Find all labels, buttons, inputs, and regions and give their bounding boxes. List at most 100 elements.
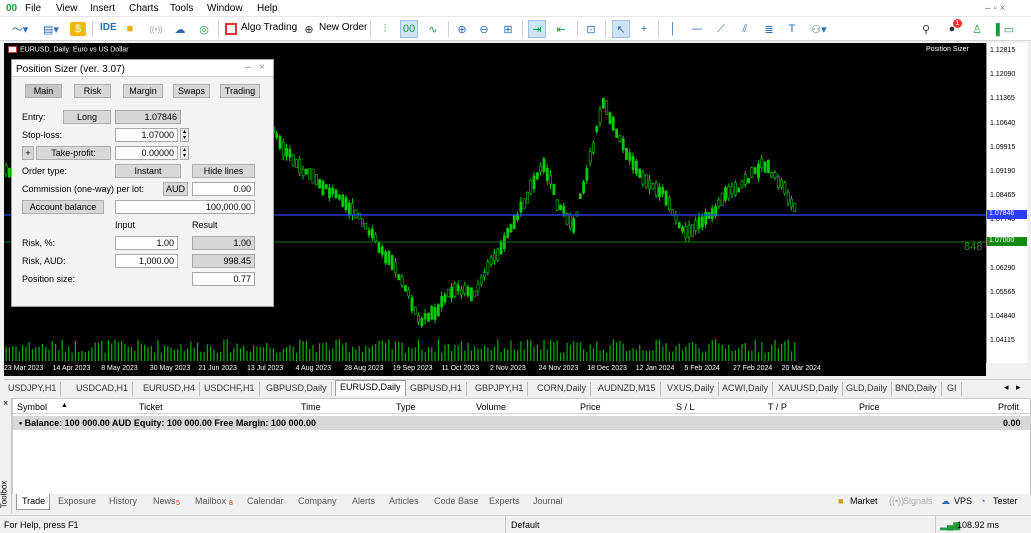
line-chart-icon[interactable]: ∿ — [424, 20, 442, 38]
col-price[interactable]: Price — [580, 402, 601, 412]
chart-tab[interactable]: GBPUSD,Daily — [262, 382, 332, 396]
templates-icon[interactable]: ▤▾ — [38, 20, 64, 38]
chart-tab[interactable]: EURUSD,Daily — [335, 380, 406, 396]
wifi-icon[interactable]: ((•)) — [148, 20, 164, 38]
chart-tab[interactable]: USDCAD,H1 — [72, 382, 134, 396]
algo-trading-button[interactable]: Algo Trading — [241, 22, 297, 33]
tester-button[interactable]: Tester — [993, 496, 1018, 506]
chart-tab[interactable]: VXUS,Daily — [663, 382, 720, 396]
market-button[interactable]: Market — [850, 496, 878, 506]
menu-charts[interactable]: Charts — [129, 3, 158, 14]
col-ticket[interactable]: Ticket — [139, 402, 163, 412]
algo-trading-icon[interactable] — [225, 23, 237, 35]
chart-type-icon[interactable]: 〜▾ — [6, 20, 34, 38]
market-icon[interactable]: $ — [70, 22, 86, 36]
chart-tab[interactable]: EURUSD,H4 — [139, 382, 201, 396]
tabs-right-arrow[interactable]: ▸ — [1016, 382, 1021, 393]
screenshot-icon[interactable]: ⊡ — [583, 20, 599, 38]
ps-tab-swaps[interactable]: Swaps — [173, 84, 210, 98]
risk-aud-input[interactable]: 1,000.00 — [115, 254, 178, 268]
chart-tab[interactable]: USDCHF,H1 — [200, 382, 260, 396]
tab-calendar[interactable]: Calendar — [247, 496, 284, 506]
tab-exposure[interactable]: Exposure — [58, 496, 96, 506]
col-time[interactable]: Time — [301, 402, 321, 412]
ide-button[interactable]: IDE — [100, 22, 117, 33]
tab-journal[interactable]: Journal — [533, 496, 563, 506]
ps-titlebar[interactable]: Position Sizer (ver. 3.07) – × — [12, 60, 273, 77]
col-type[interactable]: Type — [396, 402, 416, 412]
toolbox-close-icon[interactable]: × — [3, 398, 8, 408]
profile-name[interactable]: Default — [511, 520, 540, 530]
chart-tab[interactable]: GBPJPY,H1 — [471, 382, 529, 396]
vps-button[interactable]: VPS — [954, 496, 972, 506]
text-icon[interactable]: T — [784, 20, 800, 38]
menu-tools[interactable]: Tools — [170, 3, 193, 14]
signals-icon[interactable]: ◎ — [196, 20, 212, 38]
cloud-icon[interactable]: ☁ — [172, 20, 188, 38]
crosshair-icon[interactable]: + — [636, 20, 652, 38]
search-icon[interactable]: ⚲ — [918, 20, 934, 38]
risk-percent-input[interactable]: 1.00 — [115, 236, 178, 250]
grid-icon[interactable]: ⊞ — [500, 20, 516, 38]
bar-chart-icon[interactable]: ⫶ — [376, 20, 394, 38]
new-order-icon[interactable]: ⊕ — [302, 20, 316, 38]
account-balance-button[interactable]: Account balance — [22, 200, 104, 214]
take-profit-input[interactable]: 0.00000 — [115, 146, 178, 160]
tabs-left-arrow[interactable]: ◂ — [1004, 382, 1009, 393]
menu-view[interactable]: View — [56, 3, 78, 14]
menu-help[interactable]: Help — [257, 3, 278, 14]
fibonacci-icon[interactable]: ≣ — [760, 20, 778, 38]
horizontal-line-icon[interactable]: — — [688, 20, 706, 38]
entry-input[interactable]: 1.07846 — [115, 110, 181, 124]
tab-articles[interactable]: Articles — [389, 496, 419, 506]
candlestick-icon[interactable]: 00 — [400, 20, 418, 38]
tab-alerts[interactable]: Alerts — [352, 496, 375, 506]
chart-tab[interactable]: GI — [943, 382, 962, 396]
menu-window[interactable]: Window — [207, 3, 243, 14]
chart-tab[interactable]: XAUUSD,Daily — [774, 382, 844, 396]
chart-tab[interactable]: BND,Daily — [891, 382, 942, 396]
tab-company[interactable]: Company — [298, 496, 337, 506]
chart-tab[interactable]: GBPUSD,H1 — [406, 382, 468, 396]
col-tp[interactable]: T / P — [768, 402, 787, 412]
menu-insert[interactable]: Insert — [90, 3, 115, 14]
long-button[interactable]: Long — [63, 110, 111, 124]
trendline-icon[interactable]: ⟋ — [712, 20, 730, 38]
commission-currency-button[interactable]: AUD — [163, 182, 188, 196]
col-current-price[interactable]: Price — [859, 402, 880, 412]
take-profit-button[interactable]: Take-profit: — [36, 146, 111, 160]
tp-add-button[interactable]: + — [22, 146, 34, 160]
cursor-icon[interactable]: ↖ — [612, 20, 630, 38]
tab-history[interactable]: History — [109, 496, 137, 506]
sort-asc-icon[interactable]: ▲ — [61, 402, 68, 409]
chart-shift-icon[interactable]: ⇤ — [552, 20, 570, 38]
date-axis[interactable]: 23 Mar 2023 14 Apr 2023 8 May 2023 30 May 2… — [4, 363, 986, 376]
lock-icon[interactable]: ■ — [122, 20, 138, 38]
tab-experts[interactable]: Experts — [489, 496, 520, 506]
take-profit-spinner[interactable]: ▴ ▾ — [180, 146, 189, 160]
stop-loss-spinner[interactable]: ▴ ▾ — [180, 128, 189, 142]
channel-icon[interactable]: ⫽ — [736, 20, 754, 38]
menu-file[interactable]: File — [25, 3, 41, 14]
col-volume[interactable]: Volume — [476, 402, 506, 412]
tab-mailbox[interactable]: Mailbox — [195, 496, 226, 506]
stop-loss-input[interactable]: 1.07000 — [115, 128, 178, 142]
new-order-button[interactable]: New Order — [319, 22, 367, 33]
position-sizer-panel[interactable]: Position Sizer (ver. 3.07) – × Main Risk… — [11, 59, 274, 307]
col-profit[interactable]: Profit — [998, 402, 1019, 412]
tab-news[interactable]: News — [153, 496, 176, 506]
tab-trade[interactable]: Trade — [22, 496, 45, 506]
ps-minimize-button[interactable]: – — [245, 62, 251, 73]
position-size-output[interactable]: 0.77 — [192, 272, 255, 286]
zoom-in-icon[interactable]: ⊕ — [454, 20, 470, 38]
tab-code-base[interactable]: Code Base — [434, 496, 479, 506]
chart-tab[interactable]: AUDNZD,M15 — [594, 382, 661, 396]
signals-button[interactable]: Signals — [903, 496, 933, 506]
autoscroll-icon[interactable]: ⇥ — [528, 20, 546, 38]
vertical-line-icon[interactable]: │ — [666, 20, 680, 38]
ps-tab-risk[interactable]: Risk — [74, 84, 111, 98]
commission-input[interactable]: 0.00 — [192, 182, 255, 196]
chart-tab[interactable]: CORN,Daily — [533, 382, 592, 396]
shapes-icon[interactable]: ⚇▾ — [806, 20, 832, 38]
ps-close-button[interactable]: × — [259, 62, 265, 73]
